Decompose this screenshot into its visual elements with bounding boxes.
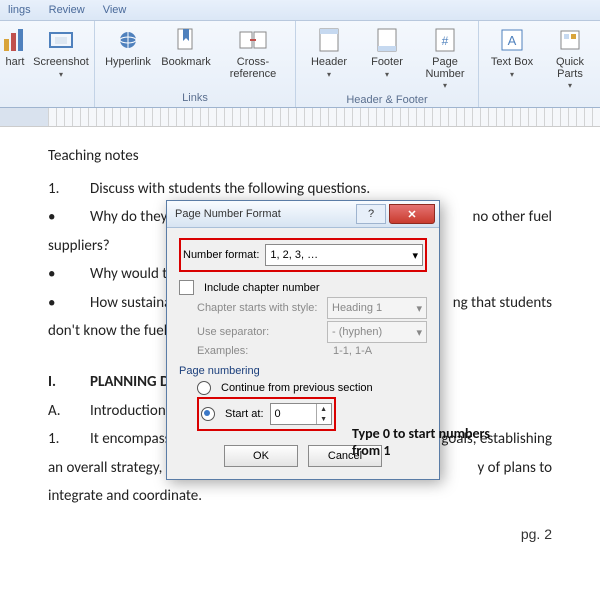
tab-review[interactable]: Review	[49, 4, 85, 16]
continue-radio[interactable]	[197, 381, 211, 395]
chapter-style-label: Chapter starts with style:	[197, 302, 321, 314]
dialog-title: Page Number Format	[175, 208, 281, 220]
help-button[interactable]: ?	[356, 204, 386, 224]
ribbon: hart Screenshot▾ Hyperlink Bookmark Cros…	[0, 21, 600, 108]
bookmark-icon	[171, 25, 201, 55]
number-format-combo[interactable]: 1, 2, 3, … ▾	[265, 244, 423, 266]
include-chapter-label: Include chapter number	[204, 282, 320, 294]
quickparts-button[interactable]: Quick Parts▾	[543, 23, 597, 92]
bookmark-button[interactable]: Bookmark	[159, 23, 213, 83]
header-icon	[314, 25, 344, 55]
tab-view[interactable]: View	[103, 4, 127, 16]
footer-button[interactable]: Footer▾	[360, 23, 414, 83]
page-number: pg. 2	[0, 518, 600, 550]
dialog-titlebar[interactable]: Page Number Format ? ✕	[167, 201, 439, 228]
chevron-down-icon: ▾	[385, 70, 389, 79]
start-at-label: Start at:	[225, 408, 264, 420]
pagenumber-icon: #	[430, 25, 460, 55]
start-at-spinner[interactable]: 0 ▲▼	[270, 403, 332, 425]
separator-label: Use separator:	[197, 326, 321, 338]
examples-label: Examples:	[197, 345, 327, 357]
crossreference-button[interactable]: Cross-reference	[217, 23, 289, 83]
group-links-label: Links	[101, 90, 289, 107]
start-at-highlight: Start at: 0 ▲▼	[197, 397, 336, 431]
number-format-label: Number format:	[183, 249, 259, 261]
textbox-button[interactable]: A Text Box▾	[485, 23, 539, 83]
tab-mailings[interactable]: lings	[8, 4, 31, 16]
chevron-down-icon: ▾	[59, 70, 63, 79]
page-numbering-group: Page numbering	[179, 365, 427, 377]
number-format-highlight: Number format: 1, 2, 3, … ▾	[179, 238, 427, 272]
spinner-up-icon[interactable]: ▲	[317, 404, 331, 414]
ruler[interactable]	[0, 108, 600, 127]
chart-icon	[0, 25, 30, 55]
svg-text:A: A	[508, 33, 517, 48]
hyperlink-button[interactable]: Hyperlink	[101, 23, 155, 83]
screenshot-icon	[46, 25, 76, 55]
chevron-down-icon: ▾	[568, 81, 572, 90]
close-button[interactable]: ✕	[389, 204, 435, 224]
spinner-down-icon[interactable]: ▼	[317, 414, 331, 424]
tutorial-annotation: Type 0 to start numbers from 1	[352, 426, 512, 460]
start-at-radio[interactable]	[201, 407, 215, 421]
hyperlink-icon	[113, 25, 143, 55]
ok-button[interactable]: OK	[224, 445, 298, 467]
doc-heading: Teaching notes	[48, 145, 552, 168]
chevron-down-icon: ▾	[412, 249, 418, 262]
footer-icon	[372, 25, 402, 55]
textbox-icon: A	[497, 25, 527, 55]
chapter-style-combo: Heading 1▾	[327, 297, 427, 319]
pagenumber-button[interactable]: # Page Number▾	[418, 23, 472, 92]
chevron-down-icon: ▾	[443, 81, 447, 90]
include-chapter-checkbox[interactable]	[179, 280, 194, 295]
ribbon-tabs: lings Review View	[0, 0, 600, 21]
quickparts-icon	[555, 25, 585, 55]
separator-combo: - (hyphen)▾	[327, 321, 427, 343]
chevron-down-icon: ▾	[416, 302, 422, 315]
chart-button[interactable]: hart	[0, 23, 30, 83]
chevron-down-icon: ▾	[327, 70, 331, 79]
group-headerfooter-label: Header & Footer	[302, 92, 472, 109]
crossreference-icon	[238, 25, 268, 55]
chevron-down-icon: ▾	[510, 70, 514, 79]
header-button[interactable]: Header▾	[302, 23, 356, 83]
examples-value: 1-1, 1-A	[333, 345, 372, 357]
screenshot-button[interactable]: Screenshot▾	[34, 23, 88, 83]
svg-text:#: #	[442, 34, 449, 48]
continue-label: Continue from previous section	[221, 382, 373, 394]
chevron-down-icon: ▾	[416, 326, 422, 339]
